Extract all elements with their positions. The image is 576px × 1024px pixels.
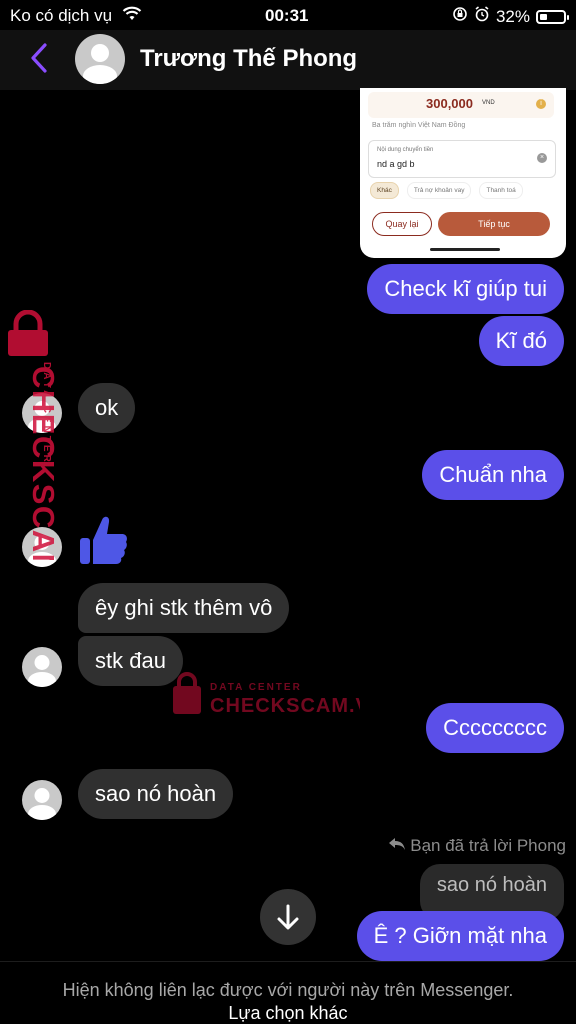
unavailable-notice: Hiện không liên lạc được với người này t… <box>62 980 514 1000</box>
message-bubble-incoming[interactable]: ok <box>78 383 136 433</box>
screenshot-next-button: Tiếp tục <box>438 212 550 236</box>
message-bubble-incoming[interactable]: êy ghi stk thêm vô <box>78 583 290 633</box>
svg-text:CHECKSCAM.VN: CHECKSCAM.VN <box>210 695 360 717</box>
battery-percent: 32% <box>495 6 530 26</box>
contact-avatar-small[interactable] <box>22 647 62 687</box>
other-options-link[interactable]: Lựa chọn khác <box>0 1003 576 1024</box>
message-bubble-incoming[interactable]: stk đau <box>78 636 183 686</box>
message-bubble-outgoing[interactable]: Ccccccccc <box>426 703 564 753</box>
svg-text:DATA CENTER: DATA CENTER <box>41 362 52 465</box>
contact-name[interactable]: Trương Thế Phong <box>140 45 357 73</box>
message-bubble-outgoing[interactable]: Check kĩ giúp tui <box>367 264 564 314</box>
screenshot-back-button: Quay lại <box>372 212 432 236</box>
back-chevron-icon[interactable] <box>28 42 50 78</box>
carrier-label: Ko có dịch vụ <box>10 6 113 25</box>
chip-loan: Trả nợ khoản vay <box>406 182 472 199</box>
message-bubble-outgoing[interactable]: Kĩ đó <box>478 316 564 366</box>
scroll-to-bottom-button[interactable] <box>260 889 316 945</box>
amount-currency: VND <box>482 100 495 106</box>
contact-avatar[interactable] <box>75 34 125 84</box>
message-bubble-incoming[interactable]: sao nó hoàn <box>78 769 234 819</box>
contact-avatar-small[interactable] <box>22 780 62 820</box>
alarm-icon <box>474 6 490 27</box>
reply-note-text: Bạn đã trả lời Phong <box>410 836 566 855</box>
reply-icon <box>388 836 411 855</box>
battery-icon <box>536 9 569 24</box>
info-icon: i <box>536 99 546 109</box>
clock: 00:31 <box>265 6 309 25</box>
message-bubble-outgoing[interactable]: Chuẩn nha <box>422 450 564 500</box>
chip-other: Khác <box>370 182 399 199</box>
rotation-lock-icon <box>452 6 468 27</box>
amount-value: 300,000 <box>426 96 473 111</box>
message-bubble-outgoing[interactable]: Ê ? Giỡn mặt nha <box>356 911 564 961</box>
watermark-logo-small: DATA CENTER CHECKSCAM.VN <box>170 672 384 718</box>
chip-payment: Thanh toá <box>479 182 523 199</box>
thumbs-up-icon[interactable] <box>78 514 128 573</box>
shared-screenshot[interactable]: 300,000 VND i Ba trăm nghìn Việt Nam Đồn… <box>360 88 566 258</box>
memo-field: Nội dung chuyển tiền nd a gd b × <box>368 140 556 178</box>
status-bar: Ko có dịch vụ 00:31 32% <box>0 0 576 30</box>
wifi-icon <box>122 6 142 27</box>
memo-label: Nội dung chuyển tiền <box>377 147 434 153</box>
memo-chips: Khác Trả nợ khoản vay Thanh toá <box>370 182 523 199</box>
svg-text:DATA CENTER: DATA CENTER <box>210 682 302 693</box>
clear-icon: × <box>537 153 547 163</box>
watermark-logo: CHECKSCAM.VN DATA CENTER <box>6 309 66 637</box>
amount-field: 300,000 VND i <box>368 92 554 118</box>
memo-value: nd a gd b <box>377 159 415 169</box>
home-indicator <box>430 248 500 251</box>
amount-in-words: Ba trăm nghìn Việt Nam Đồng <box>372 122 466 129</box>
conversation-header: Trương Thế Phong <box>0 30 576 90</box>
reply-note: Bạn đã trả lời Phong <box>388 836 566 856</box>
footer-divider <box>0 961 576 962</box>
